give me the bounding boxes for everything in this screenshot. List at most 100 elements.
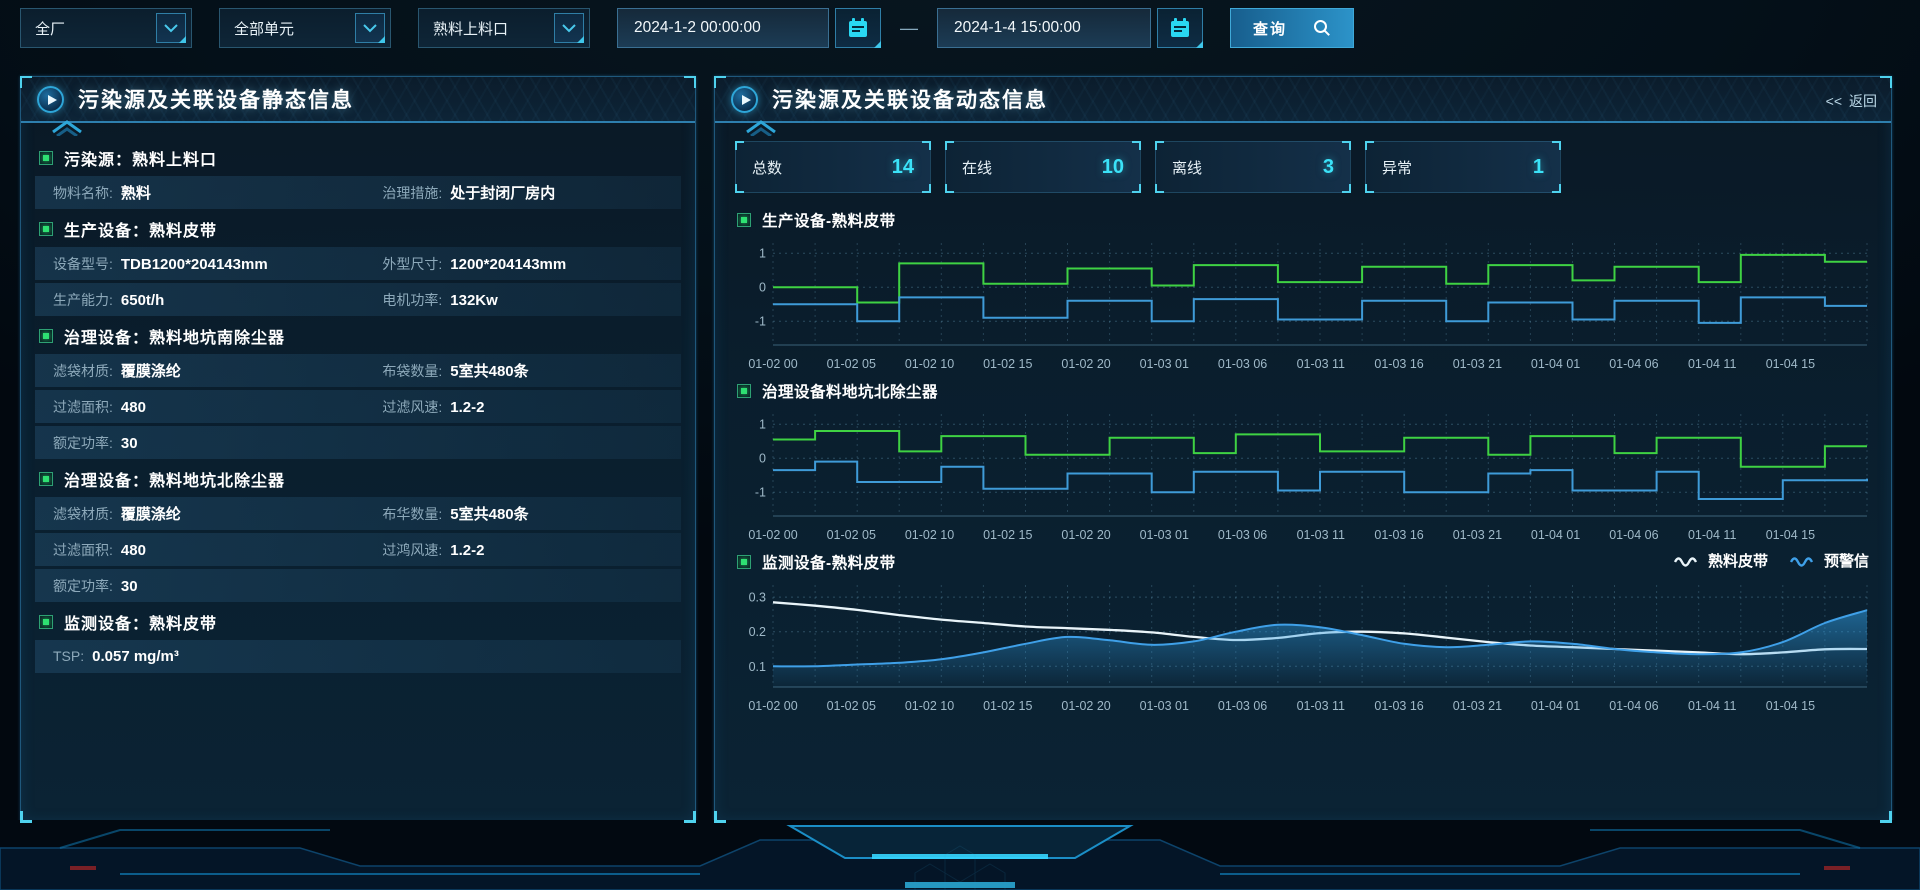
kv-label: 额定功率: (53, 576, 113, 596)
stat-value: 10 (1102, 156, 1124, 179)
section-label: 监测设备：熟料皮带 (64, 610, 217, 634)
legend-label: 熟料皮带 (1708, 550, 1768, 571)
kv-pair: 滤袋材质:覆膜涤纶 (53, 360, 382, 381)
section-row: 治理设备：熟料地坑北除尘器 (35, 462, 681, 495)
start-date-input[interactable]: 2024-1-2 00:00:00 (617, 8, 829, 48)
kv-label: 滤袋材质: (53, 504, 113, 524)
svg-text:01-02 10: 01-02 10 (905, 528, 954, 542)
header-chevron-decoration (741, 118, 781, 136)
kv-row: 物料名称:熟料治理措施:处于封闭厂房内 (35, 176, 681, 209)
kv-label: 电机功率: (382, 290, 442, 310)
back-button[interactable]: << 返回 (1826, 91, 1877, 111)
kv-label: 外型尺寸: (382, 254, 442, 274)
chevron-down-icon[interactable] (355, 13, 385, 43)
end-date-input[interactable]: 2024-1-4 15:00:00 (937, 8, 1151, 48)
calendar-icon[interactable] (1157, 8, 1203, 48)
kv-value: 5室共480条 (450, 360, 528, 381)
play-icon (37, 86, 64, 113)
svg-text:0: 0 (759, 281, 766, 295)
svg-text:1: 1 (759, 247, 766, 261)
svg-text:01-02 15: 01-02 15 (983, 528, 1032, 542)
kv-value: 1200*204143mm (450, 256, 566, 273)
svg-text:01-03 16: 01-03 16 (1374, 528, 1423, 542)
stat-box: 在线10 (945, 141, 1141, 193)
source-select[interactable]: 熟料上料口 (418, 8, 590, 48)
kv-row: 额定功率:30 (35, 569, 681, 602)
stat-value: 1 (1533, 156, 1544, 179)
legend-item-alarm[interactable]: 预警信 (1790, 550, 1869, 571)
section-label: 治理设备：熟料地坑南除尘器 (64, 324, 285, 348)
section-label: 生产设备：熟料皮带 (64, 217, 217, 241)
dynamic-info-title: 污染源及关联设备动态信息 (772, 84, 1048, 114)
toolbar: 全厂 全部单元 熟料上料口 2024-1-2 00:00:00 — 2 (20, 8, 1354, 48)
svg-text:01-04 15: 01-04 15 (1766, 357, 1815, 371)
charts-area: 生产设备-熟料皮带 1 0 -1 01-02 00 01-02 05 01-02 10 01… (735, 207, 1873, 720)
svg-text:01-02 05: 01-02 05 (827, 528, 876, 542)
plant-select[interactable]: 全厂 (20, 8, 192, 48)
kv-label: TSP: (53, 648, 84, 664)
calendar-icon[interactable] (835, 8, 881, 48)
svg-text:01-04 01: 01-04 01 (1531, 528, 1580, 542)
svg-text:0.3: 0.3 (749, 591, 766, 605)
kv-row: 生产能力:650t/h电机功率:132Kw (35, 283, 681, 316)
end-date-group: 2024-1-4 15:00:00 (937, 8, 1203, 48)
kv-label: 生产能力: (53, 290, 113, 310)
svg-text:01-04 06: 01-04 06 (1609, 357, 1658, 371)
kv-pair: 外型尺寸: 1200*204143mm (382, 254, 566, 274)
header-chevron-decoration (47, 118, 87, 136)
unit-select[interactable]: 全部单元 (219, 8, 391, 48)
query-button-label: 查询 (1253, 18, 1287, 39)
svg-text:01-03 16: 01-03 16 (1374, 699, 1423, 713)
chevron-down-icon[interactable] (554, 13, 584, 43)
kv-row: 过滤面积:480过鸿风速:1.2-2 (35, 533, 681, 566)
kv-pair: 物料名称:熟料 (53, 182, 382, 203)
kv-value: 熟料 (121, 182, 151, 203)
legend-label: 预警信 (1824, 550, 1869, 571)
kv-pair: 设备型号:TDB1200*204143mm (53, 254, 382, 274)
section-bullet-icon (39, 472, 53, 486)
kv-value: TDB1200*204143mm (121, 256, 268, 273)
legend-item-belt[interactable]: 熟料皮带 (1674, 550, 1768, 571)
svg-text:01-02 20: 01-02 20 (1061, 528, 1110, 542)
svg-text:-1: -1 (755, 315, 766, 329)
section-label: 治理设备：熟料地坑北除尘器 (64, 467, 285, 491)
kv-row: 额定功率:30 (35, 426, 681, 459)
stat-box: 离线3 (1155, 141, 1351, 193)
svg-text:01-02 20: 01-02 20 (1061, 357, 1110, 371)
kv-row: TSP: 0.057 mg/m³ (35, 640, 681, 673)
kv-value: 1.2-2 (450, 399, 484, 416)
svg-text:01-02 10: 01-02 10 (905, 357, 954, 371)
chart1-title-row: 生产设备-熟料皮带 (735, 207, 1873, 233)
svg-text:01-03 11: 01-03 11 (1297, 357, 1345, 371)
query-button[interactable]: 查询 (1230, 8, 1354, 48)
svg-text:-1: -1 (755, 486, 766, 500)
production-equipment-chart[interactable]: 10-101-02 0001-02 0501-02 1001-02 1501-0… (735, 233, 1873, 378)
section-label: 污染源：熟料上料口 (64, 146, 217, 170)
svg-text:01-04 11: 01-04 11 (1688, 699, 1736, 713)
stat-label: 异常 (1382, 157, 1412, 178)
svg-text:01-04 01: 01-04 01 (1531, 699, 1580, 713)
section-row: 生产设备：熟料皮带 (35, 212, 681, 245)
monitoring-equipment-chart[interactable]: 0.30.20.101-02 0001-02 0501-02 1001-02 1… (735, 575, 1873, 720)
static-info-panel: 污染源及关联设备静态信息 污染源：熟料上料口物料名称:熟料治理措施:处于封闭厂房… (20, 76, 696, 823)
svg-text:01-02 00: 01-02 00 (748, 528, 797, 542)
svg-text:01-04 06: 01-04 06 (1609, 528, 1658, 542)
stat-label: 离线 (1172, 157, 1202, 178)
svg-text:01-02 00: 01-02 00 (748, 357, 797, 371)
stat-box: 总数14 (735, 141, 931, 193)
kv-value: 480 (121, 542, 146, 559)
kv-pair: 电机功率:132Kw (382, 290, 497, 310)
static-info-header: 污染源及关联设备静态信息 (21, 77, 695, 123)
kv-pair: 过滤风速:1.2-2 (382, 397, 484, 417)
svg-text:0: 0 (759, 452, 766, 466)
chevron-down-icon[interactable] (156, 13, 186, 43)
svg-text:01-02 15: 01-02 15 (983, 357, 1032, 371)
device-stats-row: 总数14 在线10 离线3 异常 1 (735, 141, 1561, 193)
kv-value: 30 (121, 435, 138, 452)
kv-pair: 额定功率:30 (53, 576, 382, 596)
static-info-title: 污染源及关联设备静态信息 (78, 84, 354, 114)
back-chevrons-icon: << (1826, 93, 1842, 109)
treatment-equipment-chart[interactable]: 10-101-02 0001-02 0501-02 1001-02 1501-0… (735, 404, 1873, 549)
kv-value: 0.057 mg/m³ (92, 648, 179, 665)
section-bullet-icon (39, 151, 53, 165)
